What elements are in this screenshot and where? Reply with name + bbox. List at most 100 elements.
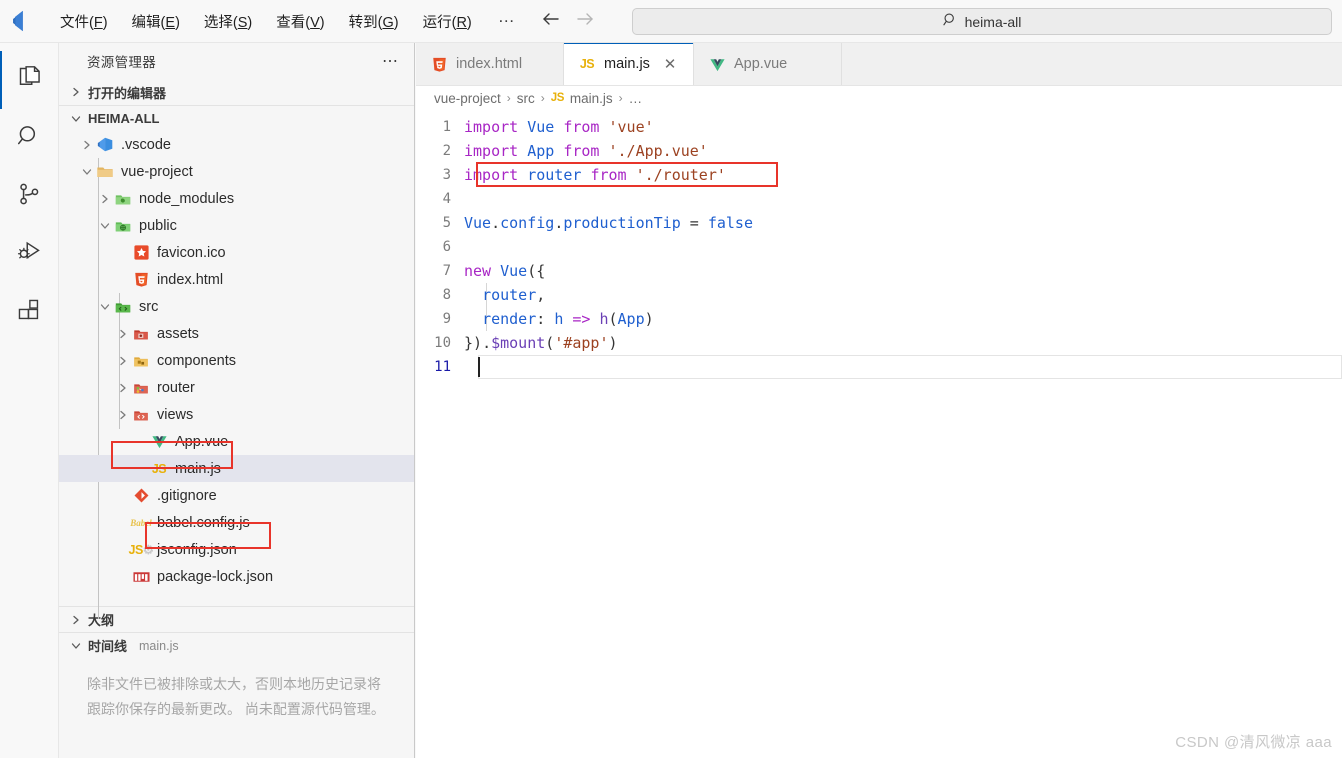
js-icon: JS <box>550 92 565 104</box>
activity-item-search[interactable] <box>0 109 59 167</box>
menu-item-view[interactable]: 查看(V) <box>264 8 336 35</box>
code-line-11[interactable]: 11 <box>416 355 1342 379</box>
breadcrumb-item-project[interactable]: vue-project <box>434 91 501 106</box>
section-timeline[interactable]: 时间线 main.js <box>59 632 414 658</box>
tree-row-public[interactable]: public <box>59 212 414 239</box>
menu-item-run[interactable]: 运行(R) <box>411 8 484 35</box>
tab-app-vue[interactable]: App.vue <box>694 43 842 85</box>
close-icon[interactable]: ✕ <box>661 55 679 73</box>
tree-row-node-modules[interactable]: node_modules <box>59 185 414 212</box>
chevron-right-icon <box>115 410 131 420</box>
tab-label: index.html <box>456 56 523 72</box>
tree-label: App.vue <box>175 433 229 450</box>
breadcrumb-separator: › <box>618 91 623 105</box>
tree-row-components[interactable]: components <box>59 347 414 374</box>
tree-row-router[interactable]: router <box>59 374 414 401</box>
arrow-right-icon[interactable] <box>575 11 595 32</box>
chevron-right-icon <box>115 329 131 339</box>
menu-item-select[interactable]: 选择(S) <box>192 8 264 35</box>
line-number: 8 <box>442 287 451 303</box>
babel-icon: Babel <box>130 517 152 528</box>
tree-row-index-html[interactable]: index.html <box>59 266 414 293</box>
section-open-editors[interactable]: 打开的编辑器 <box>59 79 414 105</box>
tree-row-package-lock[interactable]: package-lock.json <box>59 563 414 590</box>
tree-label: router <box>157 379 195 396</box>
tree-label: node_modules <box>139 190 235 207</box>
tree-row-app-vue[interactable]: App.vue <box>59 428 414 455</box>
vscode-folder-icon <box>95 135 115 155</box>
code-editor[interactable]: 1 import Vue from 'vue' 2 import App from '… <box>416 110 1342 379</box>
tree-label: jsconfig.json <box>157 541 237 558</box>
code-line-2[interactable]: 2 import App from './App.vue' <box>416 139 1342 163</box>
activity-item-extensions[interactable] <box>0 283 59 341</box>
code-line-7[interactable]: 7 new Vue({ <box>416 259 1342 283</box>
menu-key-select: S <box>237 14 248 31</box>
breadcrumb-item-more[interactable]: … <box>629 91 643 106</box>
tree-row-vscode[interactable]: .vscode <box>59 131 414 158</box>
menu-item-goto[interactable]: 转到(G) <box>337 8 411 35</box>
search-input[interactable]: heima-all <box>632 8 1332 35</box>
menu-item-edit[interactable]: 编辑(E) <box>120 8 192 35</box>
line-number: 2 <box>442 143 451 159</box>
tree-row-favicon[interactable]: favicon.ico <box>59 239 414 266</box>
section-folder-root[interactable]: HEIMA-ALL <box>59 105 414 131</box>
breadcrumb-item-src[interactable]: src <box>517 91 535 106</box>
tab-label: App.vue <box>734 56 788 72</box>
menu-key-view: V <box>310 14 320 31</box>
menu-item-file[interactable]: 文件(F) <box>48 8 120 35</box>
section-label-open-editors: 打开的编辑器 <box>88 85 167 101</box>
tree-row-assets[interactable]: assets <box>59 320 414 347</box>
tab-index-html[interactable]: index.html <box>416 43 564 85</box>
code-line-9[interactable]: 9 render: h => h(App) <box>416 307 1342 331</box>
components-folder-icon <box>131 351 151 371</box>
chevron-down-icon <box>67 641 84 651</box>
code-text: Vue.config.productionTip = false <box>464 214 753 232</box>
tree-row-main-js[interactable]: JS main.js <box>59 455 414 482</box>
code-text: render: h => h(App) <box>482 310 654 328</box>
section-outline[interactable]: 大纲 <box>59 606 414 632</box>
line-number: 1 <box>442 119 451 135</box>
tree-row-jsconfig[interactable]: JS⚙ jsconfig.json <box>59 536 414 563</box>
assets-folder-icon <box>131 324 151 344</box>
code-line-1[interactable]: 1 import Vue from 'vue' <box>416 115 1342 139</box>
activity-item-source-control[interactable] <box>0 167 59 225</box>
tree-row-views[interactable]: views <box>59 401 414 428</box>
code-text: import router from './router' <box>464 166 726 184</box>
code-line-10[interactable]: 10}).$mount('#app') <box>416 331 1342 355</box>
tree-label: assets <box>157 325 199 342</box>
tree-row-vue-project[interactable]: vue-project <box>59 158 414 185</box>
code-line-3[interactable]: 3 import router from './router' <box>416 162 1342 187</box>
activity-item-explorer[interactable] <box>0 51 59 109</box>
code-text: router, <box>482 286 546 304</box>
tree-row-gitignore[interactable]: .gitignore <box>59 482 414 509</box>
code-line-4[interactable]: 4 <box>416 187 1342 211</box>
arrow-left-icon[interactable] <box>541 11 561 32</box>
section-label-timeline: 时间线 <box>88 639 128 654</box>
tree-row-src[interactable]: src <box>59 293 414 320</box>
npm-icon <box>131 567 151 587</box>
watermark: CSDN @清风微凉 aaa <box>1175 734 1332 751</box>
code-text: import App from './App.vue' <box>464 142 708 160</box>
code-line-8[interactable]: 8 router, <box>416 283 1342 307</box>
line-number: 7 <box>442 263 451 279</box>
breadcrumb-item-file[interactable]: main.js <box>570 91 613 106</box>
code-line-6[interactable]: 6 <box>416 235 1342 259</box>
code-lines: 1 import Vue from 'vue' 2 import App from '… <box>416 115 1342 379</box>
menu-overflow-button[interactable]: … <box>484 7 531 36</box>
router-folder-icon <box>131 378 151 398</box>
chevron-right-icon <box>79 140 95 150</box>
code-text: }).$mount('#app') <box>464 334 618 352</box>
activity-item-run-debug[interactable] <box>0 225 59 283</box>
breadcrumb-separator: › <box>506 91 511 105</box>
section-label-outline: 大纲 <box>88 613 115 628</box>
page-title: 资源管理器 <box>87 55 156 70</box>
search-input-value: heima-all <box>964 13 1022 30</box>
tree-row-babel-config[interactable]: Babel babel.config.js <box>59 509 414 536</box>
code-line-5[interactable]: 5 Vue.config.productionTip = false <box>416 211 1342 235</box>
tab-main-js[interactable]: JS main.js ✕ <box>564 43 694 85</box>
chevron-down-icon <box>67 114 84 124</box>
public-folder-icon <box>113 216 133 236</box>
sidebar-more-actions-button[interactable]: ⋯ <box>382 51 400 71</box>
chevron-right-icon <box>67 87 84 97</box>
line-number: 5 <box>442 215 451 231</box>
